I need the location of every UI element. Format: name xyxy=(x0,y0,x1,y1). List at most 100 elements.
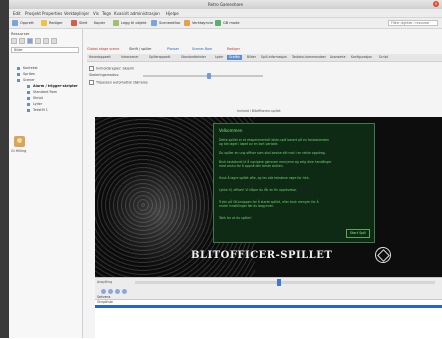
tree-header: Ressurser xyxy=(11,31,30,36)
stop-icon[interactable] xyxy=(122,289,127,294)
checkbox[interactable] xyxy=(89,80,94,85)
dialog-title: Velkommen xyxy=(219,128,243,133)
edit-icon[interactable] xyxy=(41,20,47,26)
property-row-1: Innholdsregler: Skjerm xyxy=(89,66,134,71)
script-list-header: Skriptliste xyxy=(97,300,113,304)
tab-plasser[interactable]: Plasser xyxy=(167,46,179,52)
toolbar-rediger[interactable]: Rediger xyxy=(49,20,63,26)
menu-bar: Edit Prosjekt Properties Verktøylinjer V… xyxy=(9,9,442,18)
tree-item[interactable]: Sprites xyxy=(23,72,35,76)
tab-spill-informasjon[interactable]: Spill-informasjon xyxy=(261,55,287,60)
file-icon xyxy=(27,91,30,94)
character-icon[interactable] xyxy=(14,136,25,147)
tab-hovedoppsett[interactable]: Hovedoppsett xyxy=(89,55,111,60)
script-list: Skriptliste xyxy=(95,299,442,339)
dialog-line: Takk for at du spiller! xyxy=(219,216,252,220)
toolbar-gb-mode[interactable]: GB mode xyxy=(223,20,240,26)
script-list-selected-row[interactable] xyxy=(95,305,442,308)
menu-item-edit[interactable]: Edit xyxy=(13,11,21,16)
tab-spilleroppsett[interactable]: Spilleroppsett xyxy=(149,55,170,60)
tree-item-selected[interactable]: Alarm / trigger-skripter xyxy=(33,84,78,88)
toolbar-kopier[interactable]: Kopier xyxy=(94,20,105,26)
tab-lyder[interactable]: Lyder xyxy=(215,55,223,60)
character-label: Gi Hilling xyxy=(11,149,27,153)
main-toolbar: Opprett Rediger Slett Kopier Legg til ob… xyxy=(9,18,442,29)
tab-rediger[interactable]: Rediger xyxy=(227,46,240,52)
tab-konfigurasjon[interactable]: Konfigurasjon xyxy=(351,55,372,60)
dialog-line: Husk å lagre spillet ofte, og les alle t… xyxy=(219,176,310,180)
gb-mode-icon[interactable] xyxy=(215,20,221,26)
timeline-label: Avspilling xyxy=(97,280,113,284)
tab-skrift[interactable]: Skrift / spiller xyxy=(129,46,151,52)
timeline-knob[interactable] xyxy=(277,279,281,286)
tree-item[interactable]: Kontekst xyxy=(23,66,38,70)
folder-icon xyxy=(17,73,20,76)
toolbar-slett[interactable]: Slett xyxy=(79,20,87,26)
toolbar-legg-til[interactable]: Legg til objekt xyxy=(121,20,147,26)
dialog-line: Du spiller en ung offiser som skal bevis… xyxy=(219,151,326,155)
tab-global-stage[interactable]: Global stage scene xyxy=(87,46,119,52)
rewind-icon[interactable] xyxy=(101,289,106,294)
tree-toolbar xyxy=(11,38,79,45)
panel-divider[interactable]: Innhold i Bitoffiseren-spillet xyxy=(87,109,437,114)
timeline-track[interactable] xyxy=(135,279,435,286)
tree-search-input[interactable] xyxy=(11,47,79,53)
menu-item-properties[interactable]: Properties xyxy=(42,11,62,16)
tree-grid-button[interactable] xyxy=(27,38,33,44)
tree-list-button[interactable] xyxy=(35,38,41,44)
delete-icon[interactable] xyxy=(71,20,77,26)
desktop-left-strip xyxy=(0,0,9,338)
tab-avanserte[interactable]: Avanserte xyxy=(330,55,346,60)
welcome-dialog: Velkommen Dette spillet er et eksperimen… xyxy=(213,123,375,243)
filter-input[interactable] xyxy=(388,20,438,26)
menu-item-administrasjon[interactable]: Kvasirit administrasjon xyxy=(114,11,160,16)
dialog-line: endre innstillinger før du begynner. xyxy=(219,204,274,208)
property-label: Tilpassen automatisk størrelse xyxy=(96,80,148,85)
close-icon[interactable]: × xyxy=(433,1,439,7)
tree-up-button[interactable] xyxy=(43,38,49,44)
application-window: Retro Gameshare × Edit Prosjekt Properti… xyxy=(9,0,442,339)
toolbar-verktoyrute[interactable]: Verktøyrute xyxy=(192,20,213,26)
tree-item[interactable]: Lyder xyxy=(33,102,42,106)
menu-item-vis[interactable]: Vis xyxy=(93,11,99,16)
settings-tabs: Hovedoppsett Introscener Spilleroppsett … xyxy=(87,54,442,62)
tree-item[interactable]: Tekstfil 1 xyxy=(33,108,48,112)
menu-item-hjelpe[interactable]: Hjelpe xyxy=(166,11,179,16)
menu-item-prosjekt[interactable]: Prosjekt xyxy=(25,11,41,16)
tab-grafikk[interactable]: Grafikk xyxy=(227,55,243,60)
tab-scener-rom[interactable]: Scener-Rom xyxy=(192,46,212,52)
scale-slider[interactable] xyxy=(143,73,263,79)
property-label: Skaleringsmodus: xyxy=(89,73,120,77)
emblem-icon xyxy=(375,247,391,263)
toolbar-sceneeditor[interactable]: Sceneeditor xyxy=(159,20,181,26)
menu-item-verktoylinjer[interactable]: Verktøylinjer xyxy=(64,11,89,16)
game-preview[interactable]: Velkommen Dette spillet er et eksperimen… xyxy=(95,117,442,277)
slider-knob[interactable] xyxy=(207,73,211,79)
tab-bilder[interactable]: Bilder xyxy=(247,55,256,60)
top-tabs: Global stage scene Skrift / spiller Plas… xyxy=(87,46,442,53)
divider-label: Innhold i Bitoffiseren-spillet xyxy=(237,109,281,113)
add-object-icon[interactable] xyxy=(113,20,119,26)
tab-tastatur[interactable]: Tastatur-kommandoer xyxy=(292,55,326,60)
start-game-button[interactable]: Start Spill xyxy=(346,229,370,238)
tree-item[interactable]: Skript xyxy=(33,96,43,100)
properties-panel: Innholdsregler: Skjerm Skaleringsmodus: … xyxy=(87,62,442,102)
file-icon xyxy=(27,109,30,112)
toolbar-opprett[interactable]: Opprett xyxy=(20,20,34,26)
pause-icon[interactable] xyxy=(115,289,120,294)
menu-item-tegn[interactable]: Tegn xyxy=(102,11,111,16)
new-icon[interactable] xyxy=(12,20,18,26)
checkbox[interactable] xyxy=(89,66,94,71)
scene-editor-icon[interactable] xyxy=(151,20,157,26)
play-icon[interactable] xyxy=(108,289,113,294)
folder-icon xyxy=(17,67,20,70)
tab-introscener[interactable]: Introscener xyxy=(121,55,139,60)
tree-down-button[interactable] xyxy=(51,38,57,44)
tab-standardtekster[interactable]: Standardtekster xyxy=(181,55,206,60)
tool-pane-icon[interactable] xyxy=(184,20,190,26)
tree-item[interactable]: Standard Rom xyxy=(33,90,57,94)
tree-item[interactable]: Scener xyxy=(23,78,35,82)
tree-add-button[interactable] xyxy=(11,38,17,44)
tab-script[interactable]: Script xyxy=(379,55,388,60)
tree-remove-button[interactable] xyxy=(19,38,25,44)
